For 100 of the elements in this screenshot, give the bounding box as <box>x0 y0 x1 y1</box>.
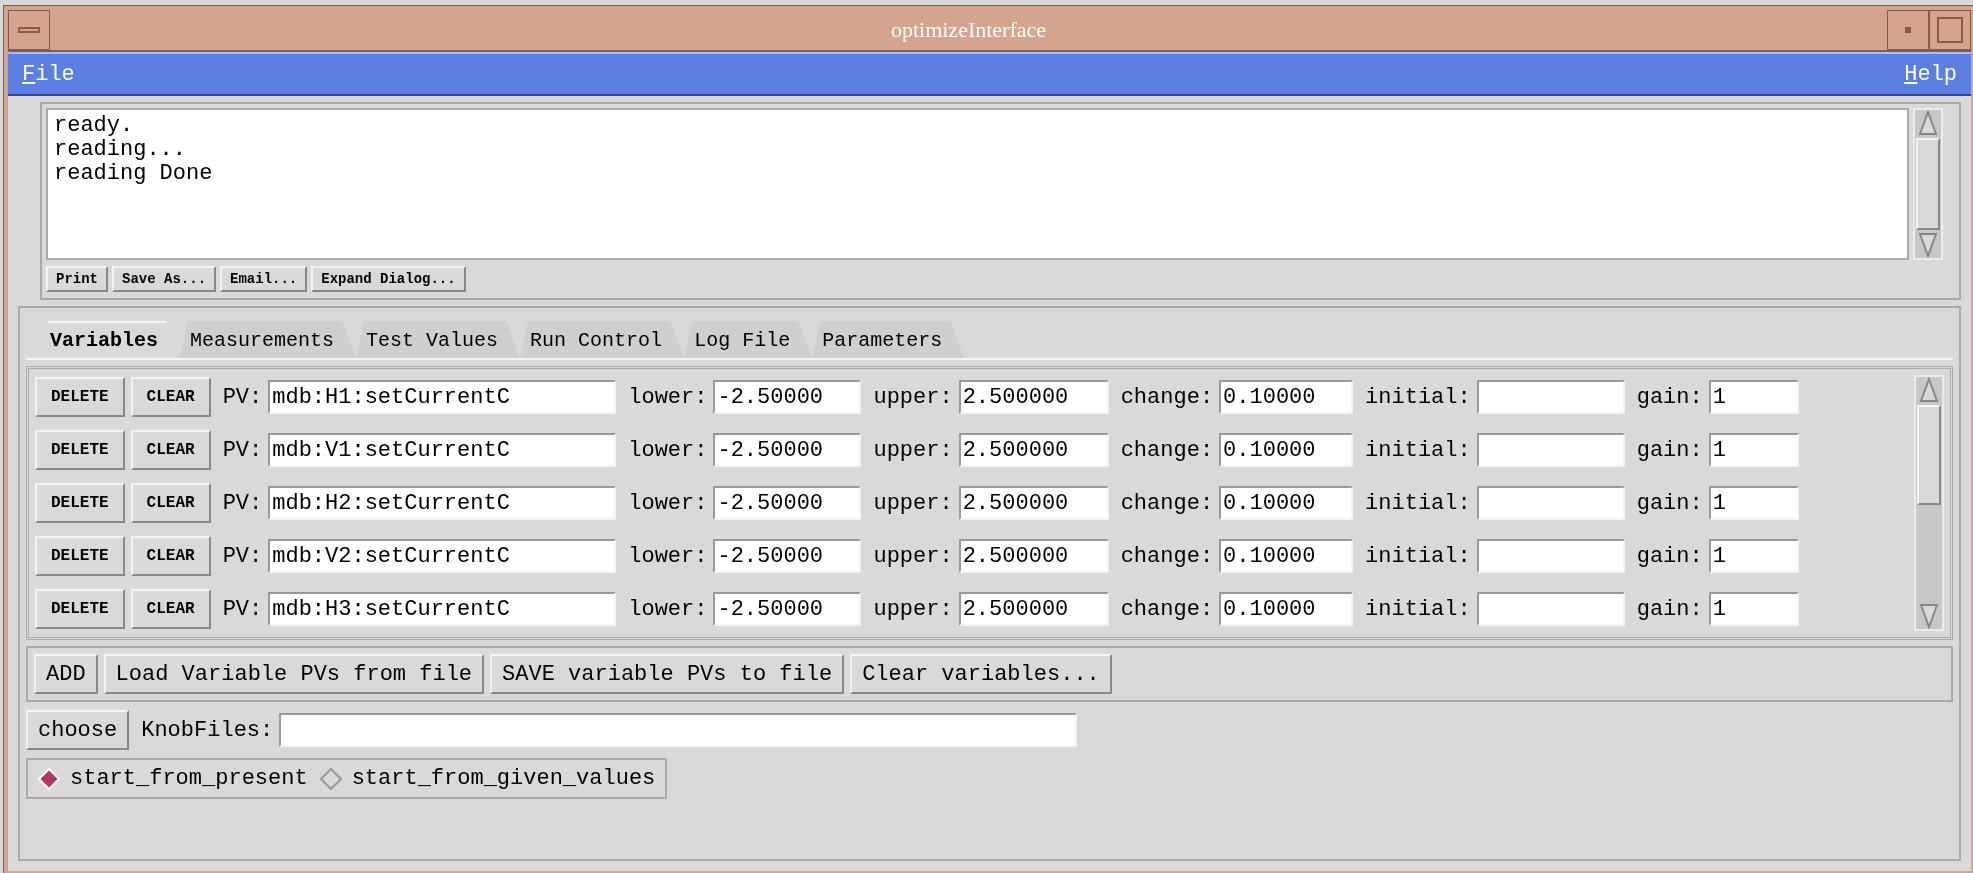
scroll-up-icon[interactable] <box>1918 110 1938 136</box>
input-field[interactable]: mdb:V1:setCurrentC <box>268 433 617 467</box>
field-label: change: <box>1120 437 1214 463</box>
input-field[interactable]: 2.500000 <box>958 433 1109 467</box>
field-label: upper: <box>873 437 953 463</box>
row-button[interactable]: CLEAR <box>130 377 211 417</box>
row-button[interactable]: CLEAR <box>130 430 211 470</box>
row-button[interactable]: DELETE <box>35 430 125 470</box>
input-field[interactable] <box>1476 380 1625 414</box>
input-field[interactable]: mdb:H1:setCurrentC <box>268 380 617 414</box>
input-field[interactable]: 1 <box>1708 539 1799 573</box>
maximize-icon[interactable] <box>1929 10 1971 50</box>
input-field[interactable]: 0.10000 <box>1219 486 1354 520</box>
tab[interactable]: Measurements <box>180 321 357 358</box>
row-button[interactable]: CLEAR <box>130 483 211 523</box>
input-field[interactable]: -2.50000 <box>713 380 862 414</box>
input-field[interactable]: -2.50000 <box>713 592 862 626</box>
log-line: ready. <box>54 114 135 138</box>
input-field[interactable]: 2.500000 <box>958 380 1109 414</box>
tab[interactable]: Log File <box>684 321 813 358</box>
input-field[interactable]: 1 <box>1708 433 1799 467</box>
action-button[interactable]: Clear variables... <box>850 654 1112 694</box>
field-label: PV: <box>222 596 263 622</box>
field-label: initial: <box>1365 490 1471 516</box>
menu-item[interactable]: File <box>22 61 75 87</box>
scroll-down-icon[interactable] <box>1918 232 1938 258</box>
field-label: lower: <box>628 384 708 410</box>
scrollbar[interactable] <box>1913 108 1943 260</box>
field-label: lower: <box>628 490 708 516</box>
field-label: initial: <box>1365 437 1471 463</box>
scroll-up-icon[interactable] <box>1919 377 1939 403</box>
input-field[interactable]: 0.10000 <box>1219 433 1354 467</box>
row-button[interactable]: DELETE <box>35 377 125 417</box>
input-field[interactable]: 0.10000 <box>1219 539 1354 573</box>
log-button[interactable]: Print <box>46 266 108 292</box>
menu-item[interactable]: Help <box>1904 61 1957 87</box>
log-button[interactable]: Expand Dialog... <box>311 266 466 292</box>
action-button[interactable]: Load Variable PVs from file <box>103 654 485 694</box>
action-button[interactable]: ADD <box>34 654 98 694</box>
field-label: gain: <box>1636 437 1703 463</box>
input-field[interactable] <box>279 713 1078 747</box>
log-button[interactable]: Save As... <box>112 266 217 292</box>
input-field[interactable]: mdb:H2:setCurrentC <box>268 486 617 520</box>
radio-option[interactable]: start_from_given_values <box>319 766 656 791</box>
input-field[interactable]: 1 <box>1708 380 1799 414</box>
input-field[interactable]: 1 <box>1708 592 1799 626</box>
tab[interactable]: Parameters <box>812 321 965 358</box>
row-button[interactable]: DELETE <box>35 536 125 576</box>
log-button[interactable]: Email... <box>220 266 308 292</box>
input-field[interactable]: mdb:V2:setCurrentC <box>268 539 617 573</box>
input-field[interactable] <box>1476 539 1625 573</box>
minimize-icon[interactable] <box>1887 10 1929 50</box>
field-label: initial: <box>1365 596 1471 622</box>
field-label: PV: <box>222 543 263 569</box>
scroll-down-icon[interactable] <box>1919 603 1939 629</box>
field-label: initial: <box>1365 384 1471 410</box>
field-label: lower: <box>628 543 708 569</box>
field-label: upper: <box>873 384 953 410</box>
tab[interactable]: Test Values <box>356 321 521 358</box>
input-field[interactable]: -2.50000 <box>713 433 862 467</box>
input-field[interactable]: mdb:H3:setCurrentC <box>268 592 617 626</box>
field-label: gain: <box>1636 543 1703 569</box>
window-menu-icon[interactable] <box>8 10 50 50</box>
row-button[interactable]: DELETE <box>35 483 125 523</box>
input-field[interactable] <box>1476 486 1625 520</box>
input-field[interactable] <box>1476 592 1625 626</box>
input-field[interactable]: -2.50000 <box>713 486 862 520</box>
action-button[interactable]: SAVE variable PVs to file <box>490 654 845 694</box>
input-field[interactable]: 2.500000 <box>958 486 1109 520</box>
row-button[interactable]: DELETE <box>35 589 125 629</box>
row-button[interactable]: CLEAR <box>130 589 211 629</box>
field-label: upper: <box>873 596 953 622</box>
input-field[interactable]: 2.500000 <box>958 592 1109 626</box>
input-field[interactable]: -2.50000 <box>713 539 862 573</box>
field-label: change: <box>1120 543 1214 569</box>
field-label: upper: <box>873 543 953 569</box>
row-button[interactable]: CLEAR <box>130 536 211 576</box>
input-field[interactable]: 2.500000 <box>958 539 1109 573</box>
tab[interactable]: Run Control <box>520 321 685 358</box>
field-label: gain: <box>1636 596 1703 622</box>
input-field[interactable]: 0.10000 <box>1219 380 1354 414</box>
log-line: reading Done <box>54 162 214 186</box>
radio-option[interactable]: start_from_present <box>38 766 308 791</box>
scrollbar[interactable] <box>1914 375 1944 631</box>
field-label: KnobFiles: <box>141 717 274 743</box>
log-line: reading... <box>54 138 188 162</box>
field-label: change: <box>1120 596 1214 622</box>
field-label: change: <box>1120 384 1214 410</box>
window-title: optimizeInterface <box>889 17 1048 43</box>
choose-button[interactable]: choose <box>26 710 130 750</box>
input-field[interactable]: 1 <box>1708 486 1799 520</box>
input-field[interactable]: 0.10000 <box>1219 592 1354 626</box>
field-label: upper: <box>873 490 953 516</box>
field-label: initial: <box>1365 543 1471 569</box>
field-label: PV: <box>222 490 263 516</box>
radio-diamond-icon[interactable] <box>319 767 342 790</box>
input-field[interactable] <box>1476 433 1625 467</box>
field-label: gain: <box>1636 490 1703 516</box>
field-label: PV: <box>222 384 263 410</box>
field-label: lower: <box>628 596 708 622</box>
